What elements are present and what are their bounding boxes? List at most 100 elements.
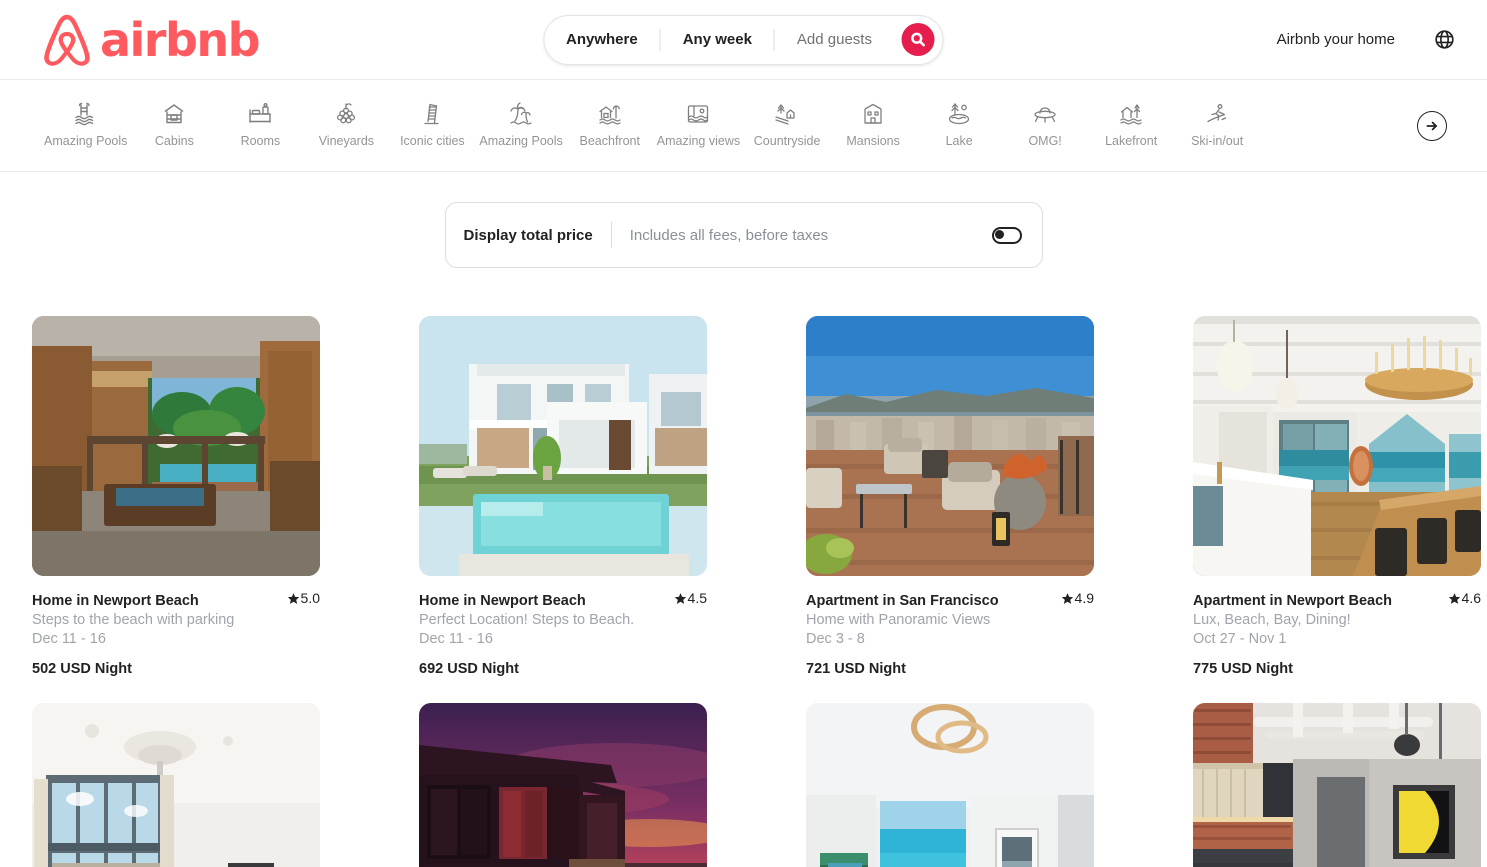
category-rooms[interactable]: Rooms xyxy=(217,95,303,156)
pool-ladder-icon xyxy=(73,101,99,127)
search-bar[interactable]: Anywhere Any week Add guests xyxy=(543,14,944,65)
language-globe-button[interactable] xyxy=(1425,21,1463,59)
listing-dates: Oct 27 - Nov 1 xyxy=(1193,630,1287,647)
listing-card[interactable] xyxy=(806,702,1094,867)
bed-room-icon xyxy=(247,101,273,127)
listing-subtitle: Lux, Beach, Bay, Dining! xyxy=(1193,611,1351,628)
listing-title: Home in Newport Beach xyxy=(419,592,586,609)
site-header: airbnb Anywhere Any week Add guests Airb… xyxy=(0,0,1487,80)
listing-photo[interactable] xyxy=(32,702,320,867)
category-amazing-views[interactable]: Amazing views xyxy=(653,95,744,156)
listing-title: Home in Newport Beach xyxy=(32,592,199,609)
display-total-price-toggle[interactable] xyxy=(991,226,1022,244)
lake-icon xyxy=(946,101,972,127)
category-label: OMG! xyxy=(1028,134,1062,149)
listing-rating-value: 5.0 xyxy=(300,590,320,606)
palm-trees-icon xyxy=(508,101,534,127)
listing-card[interactable] xyxy=(1193,702,1481,867)
price-panel-title: Display total price xyxy=(463,226,593,244)
airbnb-your-home-link[interactable]: Airbnb your home xyxy=(1265,21,1407,58)
header-actions: Airbnb your home xyxy=(1265,21,1463,59)
category-beachfront[interactable]: Beachfront xyxy=(567,95,653,156)
category-label: Lake xyxy=(945,134,973,149)
leaning-tower-icon xyxy=(419,101,445,127)
listing-photo[interactable] xyxy=(419,702,707,867)
listing-price: 502 USD Night xyxy=(32,660,132,677)
grapes-icon xyxy=(333,101,359,127)
category-list: Amazing Pools Cabins Rooms Vineyards Ico… xyxy=(40,95,1405,156)
listing-photo[interactable] xyxy=(419,316,707,576)
categories-next-button[interactable] xyxy=(1417,110,1447,141)
category-amazing-pools-2[interactable]: Amazing Pools xyxy=(475,95,566,156)
category-label: Iconic cities xyxy=(400,134,465,149)
category-label: Mansions xyxy=(846,134,900,149)
listing-title: Apartment in San Francisco xyxy=(806,592,999,609)
star-icon xyxy=(1448,592,1460,604)
listing-dates: Dec 3 - 8 xyxy=(806,630,865,647)
toggle-knob xyxy=(994,229,1004,239)
listing-subtitle: Perfect Location! Steps to Beach. xyxy=(419,611,635,628)
category-countryside[interactable]: Countryside xyxy=(744,95,830,156)
cabin-icon xyxy=(161,101,187,127)
price-panel-divider xyxy=(610,222,612,248)
listing-header-row: Apartment in San Francisco 4.9 xyxy=(806,590,1094,609)
listing-photo[interactable] xyxy=(806,316,1094,576)
listing-card[interactable]: Apartment in Newport Beach 4.6 Lux, Beac… xyxy=(1193,316,1481,677)
skier-icon xyxy=(1204,101,1230,127)
listing-card[interactable]: Apartment in San Francisco 4.9 Home with… xyxy=(806,316,1094,677)
category-vineyards[interactable]: Vineyards xyxy=(303,95,389,156)
star-icon xyxy=(1061,592,1073,604)
listing-price: 692 USD Night xyxy=(419,660,519,677)
category-lake[interactable]: Lake xyxy=(916,95,1002,156)
search-guests[interactable]: Add guests xyxy=(775,16,894,64)
category-bar: Amazing Pools Cabins Rooms Vineyards Ico… xyxy=(0,80,1487,172)
listing-photo[interactable] xyxy=(1193,702,1481,867)
display-total-price-panel: Display total price Includes all fees, b… xyxy=(444,202,1043,268)
high-rise-ocean-view-apartment-image xyxy=(806,702,1094,867)
ufo-icon xyxy=(1032,101,1058,127)
category-ski-in-out[interactable]: Ski-in/out xyxy=(1174,95,1260,156)
listing-title: Apartment in Newport Beach xyxy=(1193,592,1392,609)
scenic-view-icon xyxy=(685,101,711,127)
listing-dates: Dec 11 - 16 xyxy=(419,630,493,647)
listing-rating: 5.0 xyxy=(287,590,320,606)
category-lakefront[interactable]: Lakefront xyxy=(1088,95,1174,156)
listing-card[interactable]: Home in Newport Beach 4.5 Perfect Locati… xyxy=(419,316,707,677)
listing-subtitle: Steps to the beach with parking xyxy=(32,611,235,628)
sunset-modern-house-image xyxy=(419,702,707,867)
listing-card[interactable] xyxy=(32,702,320,867)
rooftop-deck-bay-view-image xyxy=(806,316,1094,576)
category-label: Amazing views xyxy=(656,134,741,149)
listing-subtitle: Home with Panoramic Views xyxy=(806,611,991,628)
mansion-icon xyxy=(860,101,886,127)
listing-photo[interactable] xyxy=(32,316,320,576)
listing-rating-value: 4.6 xyxy=(1461,590,1481,606)
beach-hut-icon xyxy=(597,101,623,127)
category-label: Beachfront xyxy=(579,134,640,149)
listing-card[interactable] xyxy=(419,702,707,867)
search-button[interactable] xyxy=(901,23,935,56)
listing-rating-value: 4.5 xyxy=(687,590,707,606)
listing-card[interactable]: Home in Newport Beach 5.0 Steps to the b… xyxy=(32,316,320,677)
airbnb-logo[interactable]: airbnb xyxy=(40,11,261,69)
listing-rating: 4.5 xyxy=(674,590,707,606)
arrow-right-icon xyxy=(1426,121,1437,130)
search-icon xyxy=(911,32,926,47)
listing-header-row: Home in Newport Beach 5.0 xyxy=(32,590,320,609)
category-label: Ski-in/out xyxy=(1191,134,1244,149)
price-panel-wrapper: Display total price Includes all fees, b… xyxy=(0,202,1487,268)
category-omg[interactable]: OMG! xyxy=(1002,95,1088,156)
listing-photo[interactable] xyxy=(1193,316,1481,576)
category-mansions[interactable]: Mansions xyxy=(830,95,916,156)
listing-photo[interactable] xyxy=(806,702,1094,867)
bright-living-room-image xyxy=(32,702,320,867)
beachfront-kitchen-dining-image xyxy=(1193,316,1481,576)
category-iconic-cities[interactable]: Iconic cities xyxy=(389,95,475,156)
search-dates[interactable]: Any week xyxy=(661,16,774,64)
star-icon xyxy=(674,592,686,604)
price-panel-subtitle: Includes all fees, before taxes xyxy=(629,226,829,244)
category-cabins[interactable]: Cabins xyxy=(131,95,217,156)
search-location[interactable]: Anywhere xyxy=(544,16,660,64)
category-amazing-pools-1[interactable]: Amazing Pools xyxy=(40,95,131,156)
listing-rating: 4.9 xyxy=(1061,590,1094,606)
